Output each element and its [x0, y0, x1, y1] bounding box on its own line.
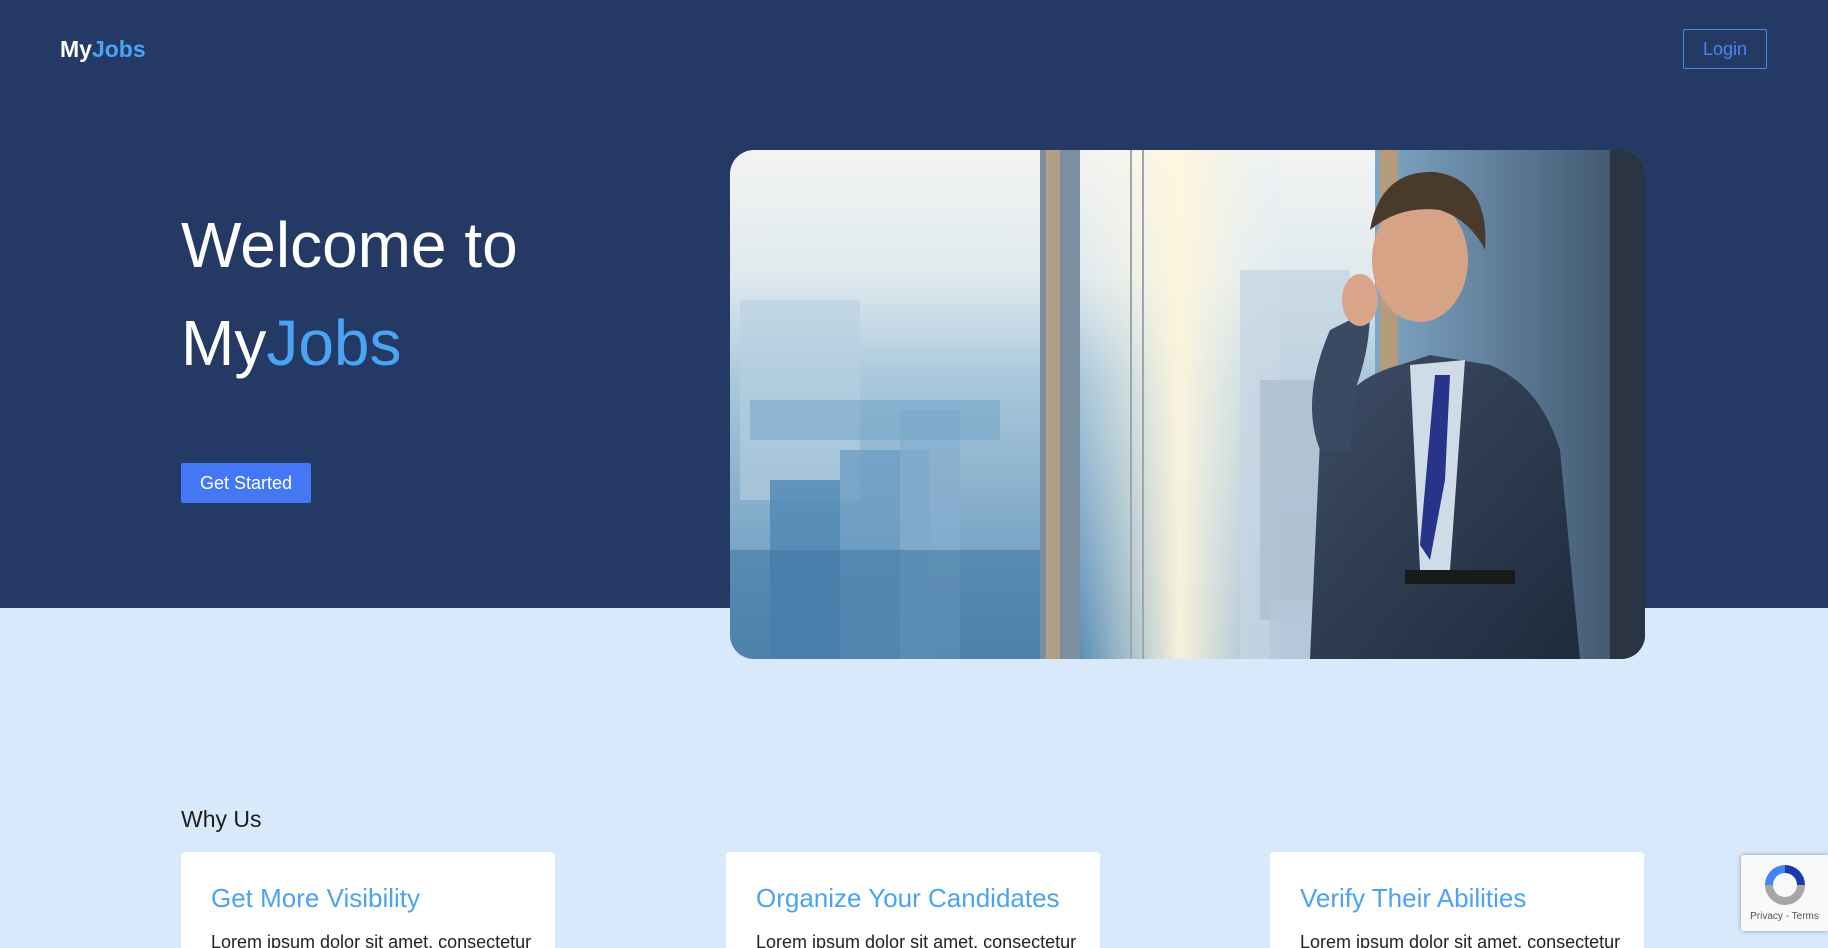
logo-my: My [60, 36, 92, 62]
hero-title: Welcome to MyJobs [181, 196, 518, 392]
feature-card: Verify Their Abilities Lorem ipsum dolor… [1270, 852, 1644, 948]
site-logo[interactable]: MyJobs [60, 36, 146, 63]
login-button[interactable]: Login [1683, 29, 1767, 69]
feature-card: Organize Your Candidates Lorem ipsum dol… [726, 852, 1100, 948]
recaptcha-links[interactable]: Privacy - Terms [1750, 911, 1819, 922]
hero-title-my: My [181, 307, 267, 379]
hero-image [730, 150, 1645, 659]
feature-card: Get More Visibility Lorem ipsum dolor si… [181, 852, 555, 948]
feature-card-text: Lorem ipsum dolor sit amet, consectetur [756, 932, 1077, 948]
recaptcha-icon [1764, 865, 1805, 905]
feature-card-title: Organize Your Candidates [756, 883, 1060, 913]
feature-card-title: Get More Visibility [211, 883, 421, 913]
hero-title-jobs: Jobs [266, 307, 402, 379]
recaptcha-badge[interactable]: Privacy - Terms [1741, 855, 1828, 931]
hero-photo-illustration [730, 150, 1645, 659]
get-started-button[interactable]: Get Started [181, 463, 311, 503]
feature-card-text: Lorem ipsum dolor sit amet, consectetur [1300, 932, 1621, 948]
why-us-title: Why Us [181, 806, 262, 832]
feature-card-text: Lorem ipsum dolor sit amet, consectetur [211, 932, 532, 948]
logo-jobs: Jobs [91, 36, 146, 62]
feature-card-title: Verify Their Abilities [1300, 883, 1527, 913]
hero-title-line1: Welcome to [181, 209, 518, 281]
